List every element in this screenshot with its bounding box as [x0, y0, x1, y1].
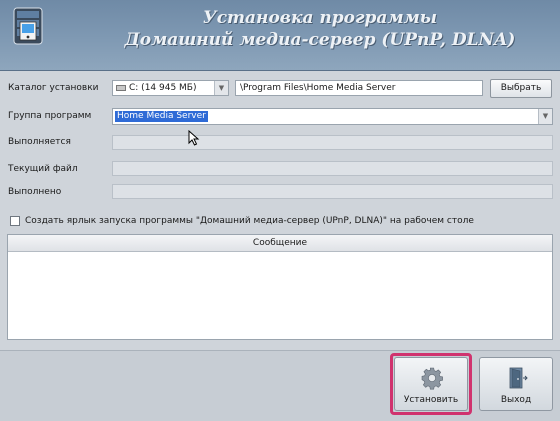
- window-title-line1: Установка программы: [202, 8, 438, 28]
- running-label: Выполняется: [8, 137, 71, 147]
- progress-bar: [112, 184, 553, 199]
- exit-button[interactable]: Выход: [479, 357, 553, 411]
- mouse-cursor-icon: [188, 130, 200, 146]
- current-file-label: Текущий файл: [8, 164, 78, 174]
- program-group-combo[interactable]: Home Media Server ▼: [112, 108, 553, 125]
- browse-button[interactable]: Выбрать: [490, 79, 552, 98]
- hard-drive-icon: [116, 85, 126, 91]
- exit-label: Выход: [500, 395, 532, 405]
- media-server-logo-icon: [13, 7, 43, 45]
- program-group-label: Группа программ: [8, 111, 92, 121]
- install-dir-label: Каталог установки: [8, 83, 99, 93]
- button-panel: [0, 350, 560, 421]
- header-banner: Установка программы Домашний медиа-серве…: [0, 0, 560, 71]
- program-group-value: Home Media Server: [115, 111, 208, 122]
- window-title-line2: Домашний медиа-сервер (UPnP, DLNA): [124, 30, 516, 50]
- running-field: [112, 135, 553, 150]
- shortcut-label: Создать ярлык запуска программы "Домашни…: [25, 216, 474, 226]
- install-path-input[interactable]: \Program Files\Home Media Server: [235, 80, 483, 96]
- message-column-header: Сообщение: [8, 235, 552, 252]
- exit-door-icon: [509, 367, 528, 389]
- drive-value: C: (14 945 МБ): [129, 83, 197, 93]
- shortcut-checkbox[interactable]: [10, 216, 20, 226]
- done-label: Выполнено: [8, 187, 62, 197]
- drive-select[interactable]: C: (14 945 МБ) ▼: [112, 80, 229, 96]
- current-file-field: [112, 161, 553, 176]
- chevron-down-icon[interactable]: ▼: [538, 109, 552, 124]
- highlight-frame: [390, 353, 472, 415]
- chevron-down-icon[interactable]: ▼: [214, 81, 228, 95]
- message-list[interactable]: Сообщение: [7, 234, 553, 340]
